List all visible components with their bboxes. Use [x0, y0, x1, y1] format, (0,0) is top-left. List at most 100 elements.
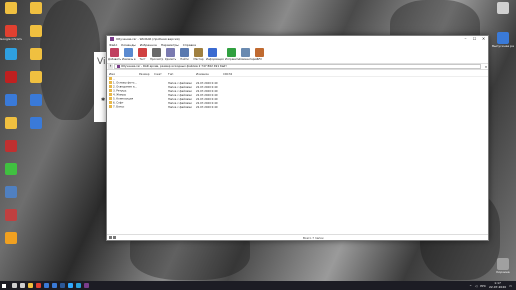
column-header-2[interactable]: Сжат [154, 72, 168, 76]
toolbar-button-extract[interactable]: Извлечь в [122, 47, 136, 61]
desktop-icon[interactable] [25, 2, 47, 15]
toolbar-button-repair[interactable]: Исправить [225, 47, 240, 61]
background-window-icon: ✱ [101, 97, 106, 103]
file-name: 5. Композиция [113, 97, 134, 101]
column-header-5[interactable]: CRC32 [223, 72, 238, 76]
desktop-icon[interactable] [0, 94, 22, 107]
file-name: 4. Жанры [113, 93, 127, 97]
toolbar: Добавить Извлечь в Тест Просмотр Удалить Найт… [107, 47, 488, 64]
file-name: 3. Ретушь [113, 89, 127, 93]
cell-name: .. [107, 77, 139, 81]
winrar-icon[interactable] [84, 283, 89, 288]
table-row[interactable]: 7. Бонус Папка с файлами 22.07.2020 0:40 [107, 105, 488, 109]
desktop-icon[interactable] [0, 48, 22, 61]
test-icon [138, 48, 147, 57]
desktop-icon-image [5, 232, 17, 244]
toolbar-button-label: Удалить [164, 58, 177, 61]
desktop-icon[interactable] [0, 163, 22, 176]
maximize-button[interactable]: ☐ [470, 36, 479, 42]
start-button[interactable] [0, 281, 8, 290]
repair-icon [227, 48, 236, 57]
toolbar-button-label: SFX [257, 58, 262, 61]
toolbar-button-sfx[interactable]: SFX [253, 47, 266, 61]
file-name: 6. Софт [113, 101, 124, 105]
toolbar-button-info[interactable]: Информация [206, 47, 224, 61]
column-header-0[interactable]: Имя [107, 72, 139, 76]
status-bar: Всего 7 папок [107, 234, 488, 240]
task-view-icon[interactable] [20, 283, 25, 288]
desktop-icon[interactable]: Google Chrome [0, 25, 22, 42]
desktop-icon-image [30, 48, 42, 60]
toolbar-button-label: Просмотр [150, 58, 164, 61]
desktop-icon[interactable] [0, 209, 22, 222]
desktop-icon-label: Корзина [496, 271, 510, 274]
desktop-icon[interactable]: Корзина [492, 258, 514, 275]
language-indicator[interactable]: РУС [480, 284, 486, 288]
desktop-icon[interactable] [25, 48, 47, 61]
toolbar-button-label: Извлечь в [122, 58, 136, 61]
desktop-icon[interactable] [0, 2, 22, 15]
desktop-icon[interactable] [492, 2, 514, 15]
folder-icon [109, 89, 112, 92]
word-icon[interactable] [60, 283, 65, 288]
cell-modified: 22.07.2020 0:40 [196, 85, 218, 89]
search-icon[interactable] [12, 283, 17, 288]
desktop-icon[interactable] [25, 25, 47, 38]
speaker-icon[interactable]: ◁ [475, 284, 477, 288]
explorer-icon[interactable] [28, 283, 33, 288]
toolbar-button-add-archive[interactable]: Добавить [108, 47, 121, 61]
toolbar-button-find[interactable]: Найти [178, 47, 191, 61]
mail-icon[interactable] [52, 283, 57, 288]
column-header-4[interactable]: Изменён [196, 72, 223, 76]
desktop-icon[interactable] [0, 140, 22, 153]
toolbar-button-test[interactable]: Тест [136, 47, 149, 61]
menu-item-3[interactable]: Параметры [161, 43, 179, 47]
menu-item-4[interactable]: Справка [183, 43, 196, 47]
address-field[interactable]: Обучение.rar - RAR архив, размер исходны… [114, 64, 481, 69]
desktop-icon[interactable] [0, 232, 22, 245]
toolbar-button-wizard[interactable]: Мастер [192, 47, 205, 61]
menu-item-0[interactable]: Файл [109, 43, 117, 47]
toolbar-button-delete[interactable]: Удалить [164, 47, 177, 61]
chevron-down-icon[interactable]: ▾ [484, 65, 488, 69]
desktop-icon-image [30, 25, 42, 37]
minimize-button[interactable]: – [461, 36, 470, 42]
toolbar-button-comment[interactable]: Комментарий [239, 47, 258, 61]
desktop-icon-image [5, 186, 17, 198]
menu-item-1[interactable]: Команды [121, 43, 135, 47]
notifications-icon[interactable]: ▭ [509, 284, 512, 288]
telegram-icon[interactable] [76, 283, 81, 288]
desktop-icon[interactable]: Выпускная работа [492, 32, 514, 49]
chrome-icon[interactable] [36, 283, 41, 288]
desktop-icon-image [5, 71, 17, 83]
clock[interactable]: 1:17 22.07.2020 [489, 281, 506, 289]
winrar-window[interactable]: Обучение.rar - WinRAR (пробная версия) –… [106, 35, 489, 241]
desktop-icon-image [30, 94, 42, 106]
desktop-icon[interactable] [0, 117, 22, 130]
parent-folder-icon [109, 77, 112, 80]
photoshop-icon[interactable] [68, 283, 73, 288]
add-archive-icon [110, 48, 119, 57]
find-icon [180, 48, 189, 57]
column-header-3[interactable]: Тип [168, 72, 196, 76]
desktop-icon[interactable] [25, 94, 47, 107]
folder-icon [109, 93, 112, 96]
up-folder-button[interactable]: ↑ [108, 64, 113, 69]
status-right-text: Всего 7 папок [303, 235, 324, 240]
desktop-icon[interactable] [0, 71, 22, 84]
address-text: Обучение.rar - RAR архив, размер исходны… [121, 63, 227, 68]
desktop-icon-image [30, 2, 42, 14]
column-header-1[interactable]: Размер [139, 72, 154, 76]
store-icon[interactable] [44, 283, 49, 288]
close-button[interactable]: ✕ [479, 36, 488, 42]
desktop-icon[interactable] [25, 71, 47, 84]
tray-up-arrow-icon[interactable]: ^ [469, 284, 472, 288]
desktop-icon[interactable] [25, 117, 47, 130]
cell-name: 2. Освещение и... [107, 85, 139, 89]
view-icon [152, 48, 161, 57]
desktop-icon[interactable] [0, 186, 22, 199]
toolbar-button-view[interactable]: Просмотр [150, 47, 163, 61]
desktop-icon-image [5, 94, 17, 106]
title-bar[interactable]: Обучение.rar - WinRAR (пробная версия) –… [107, 36, 488, 42]
menu-item-2[interactable]: Избранное [140, 43, 157, 47]
